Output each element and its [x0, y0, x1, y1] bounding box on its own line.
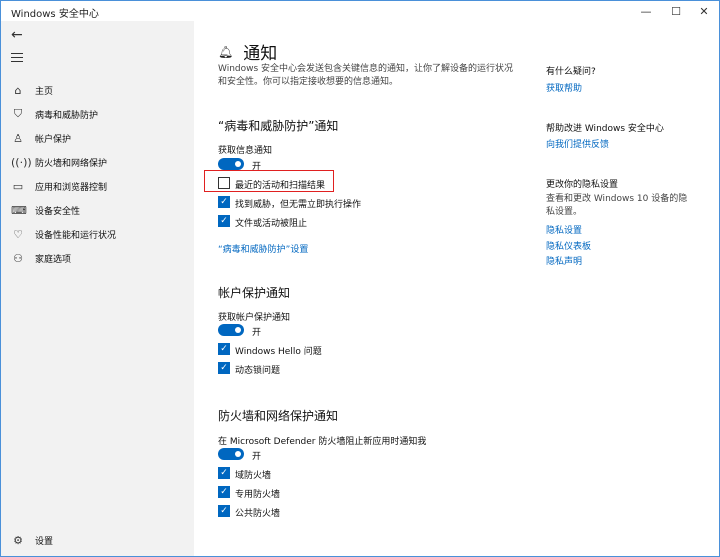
sidebar-item-label: 帐户保护: [35, 134, 72, 145]
windows-hello-label: Windows Hello 问题: [235, 347, 322, 357]
dynamic-lock-checkbox[interactable]: ✓: [218, 362, 230, 374]
private-firewall-checkbox[interactable]: ✓: [218, 486, 230, 498]
app-window: Windows 安全中心 — ☐ ✕ ← ⌂ 主页 ⛉ 病毒和威胁防护 ♙ 帐户…: [0, 0, 720, 557]
page-title: 通知: [243, 44, 278, 64]
sidebar: ← ⌂ 主页 ⛉ 病毒和威胁防护 ♙ 帐户保护 ((·)) 防火墙和网络保护 ▭…: [1, 21, 194, 556]
back-arrow-icon[interactable]: ←: [11, 27, 23, 43]
help-question-title: 有什么疑问?: [546, 67, 596, 77]
account-section-title: 帐户保护通知: [218, 286, 291, 300]
sidebar-item-app-browser[interactable]: ▭ 应用和浏览器控制: [1, 175, 194, 197]
sidebar-item-label: 设备性能和运行状况: [35, 230, 117, 241]
laptop-icon: ⌨: [11, 203, 27, 217]
sidebar-item-virus[interactable]: ⛉ 病毒和威胁防护: [1, 103, 194, 125]
domain-firewall-label: 域防火墙: [235, 471, 272, 481]
sidebar-item-device-performance[interactable]: ♡ 设备性能和运行状况: [1, 223, 194, 245]
hamburger-menu-icon[interactable]: [11, 53, 23, 65]
minimize-button[interactable]: —: [631, 1, 661, 21]
feedback-link[interactable]: 向我们提供反馈: [546, 137, 609, 150]
sidebar-item-label: 应用和浏览器控制: [35, 182, 108, 193]
wifi-icon: ((·)): [11, 155, 32, 169]
window-icon: ▭: [12, 179, 24, 193]
home-icon: ⌂: [14, 83, 22, 97]
threat-found-checkbox[interactable]: ✓: [218, 196, 230, 208]
file-blocked-label: 文件或活动被阻止: [235, 219, 308, 229]
account-get-info-label: 获取帐户保护通知: [218, 313, 291, 323]
firewall-toggle-state: 开: [252, 452, 262, 462]
privacy-statement-link[interactable]: 隐私声明: [546, 254, 582, 267]
public-firewall-label: 公共防火墙: [235, 509, 281, 519]
domain-firewall-checkbox[interactable]: ✓: [218, 467, 230, 479]
privacy-dashboard-link[interactable]: 隐私仪表板: [546, 239, 591, 252]
sidebar-item-label: 防火墙和网络保护: [35, 158, 108, 169]
get-help-link[interactable]: 获取帮助: [546, 81, 582, 94]
sidebar-item-family[interactable]: ⚇ 家庭选项: [1, 247, 194, 269]
sidebar-item-account[interactable]: ♙ 帐户保护: [1, 127, 194, 149]
account-toggle-state: 开: [252, 328, 262, 338]
sidebar-item-home[interactable]: ⌂ 主页: [1, 79, 194, 101]
page-header: 🔔︎ 通知: [218, 39, 277, 64]
virus-section-title: “病毒和威胁防护”通知: [218, 119, 339, 133]
privacy-description: 查看和更改 Windows 10 设备的隐私设置。: [546, 194, 688, 217]
privacy-settings-link[interactable]: 隐私设置: [546, 223, 582, 236]
privacy-title: 更改你的隐私设置: [546, 180, 619, 190]
shield-icon: ⛉: [13, 107, 23, 120]
virus-settings-link[interactable]: “病毒和威胁防护”设置: [218, 242, 308, 255]
private-firewall-label: 专用防火墙: [235, 490, 281, 500]
sidebar-item-label: 主页: [35, 86, 54, 97]
person-icon: ♙: [13, 131, 23, 145]
sidebar-item-label: 病毒和威胁防护: [35, 110, 99, 121]
sidebar-item-settings[interactable]: ⚙ 设置: [1, 529, 194, 551]
highlight-box: [204, 170, 334, 192]
family-icon: ⚇: [13, 251, 23, 265]
title-bar: Windows 安全中心 — ☐ ✕: [1, 1, 719, 21]
virus-notification-toggle[interactable]: [218, 158, 244, 170]
sidebar-item-device-security[interactable]: ⌨ 设备安全性: [1, 199, 194, 221]
threat-found-label: 找到威胁，但无需立即执行操作: [235, 200, 362, 210]
dynamic-lock-label: 动态锁问题: [235, 366, 281, 376]
file-blocked-checkbox[interactable]: ✓: [218, 215, 230, 227]
firewall-notification-toggle[interactable]: [218, 448, 244, 460]
windows-hello-checkbox[interactable]: ✓: [218, 343, 230, 355]
main-content: 🔔︎ 通知 Windows 安全中心会发送包含关键信息的通知，让你了解设备的运行…: [194, 21, 719, 556]
page-description: Windows 安全中心会发送包含关键信息的通知，让你了解设备的运行状况和安全性…: [218, 64, 514, 87]
public-firewall-checkbox[interactable]: ✓: [218, 505, 230, 517]
sidebar-item-label: 设备安全性: [35, 206, 81, 217]
bell-icon: 🔔︎: [218, 44, 234, 59]
virus-get-info-label: 获取信息通知: [218, 146, 273, 156]
firewall-get-info-label: 在 Microsoft Defender 防火墙阻止新应用时通知我: [218, 437, 427, 447]
close-button[interactable]: ✕: [689, 1, 719, 21]
improve-title: 帮助改进 Windows 安全中心: [546, 124, 664, 134]
gear-icon: ⚙: [13, 533, 23, 547]
maximize-button[interactable]: ☐: [661, 1, 691, 21]
account-notification-toggle[interactable]: [218, 324, 244, 336]
window-title: Windows 安全中心: [11, 9, 99, 20]
settings-label: 设置: [35, 536, 54, 547]
firewall-section-title: 防火墙和网络保护通知: [218, 409, 339, 423]
sidebar-item-firewall[interactable]: ((·)) 防火墙和网络保护: [1, 151, 194, 173]
sidebar-item-label: 家庭选项: [35, 254, 72, 265]
heart-icon: ♡: [13, 227, 23, 241]
